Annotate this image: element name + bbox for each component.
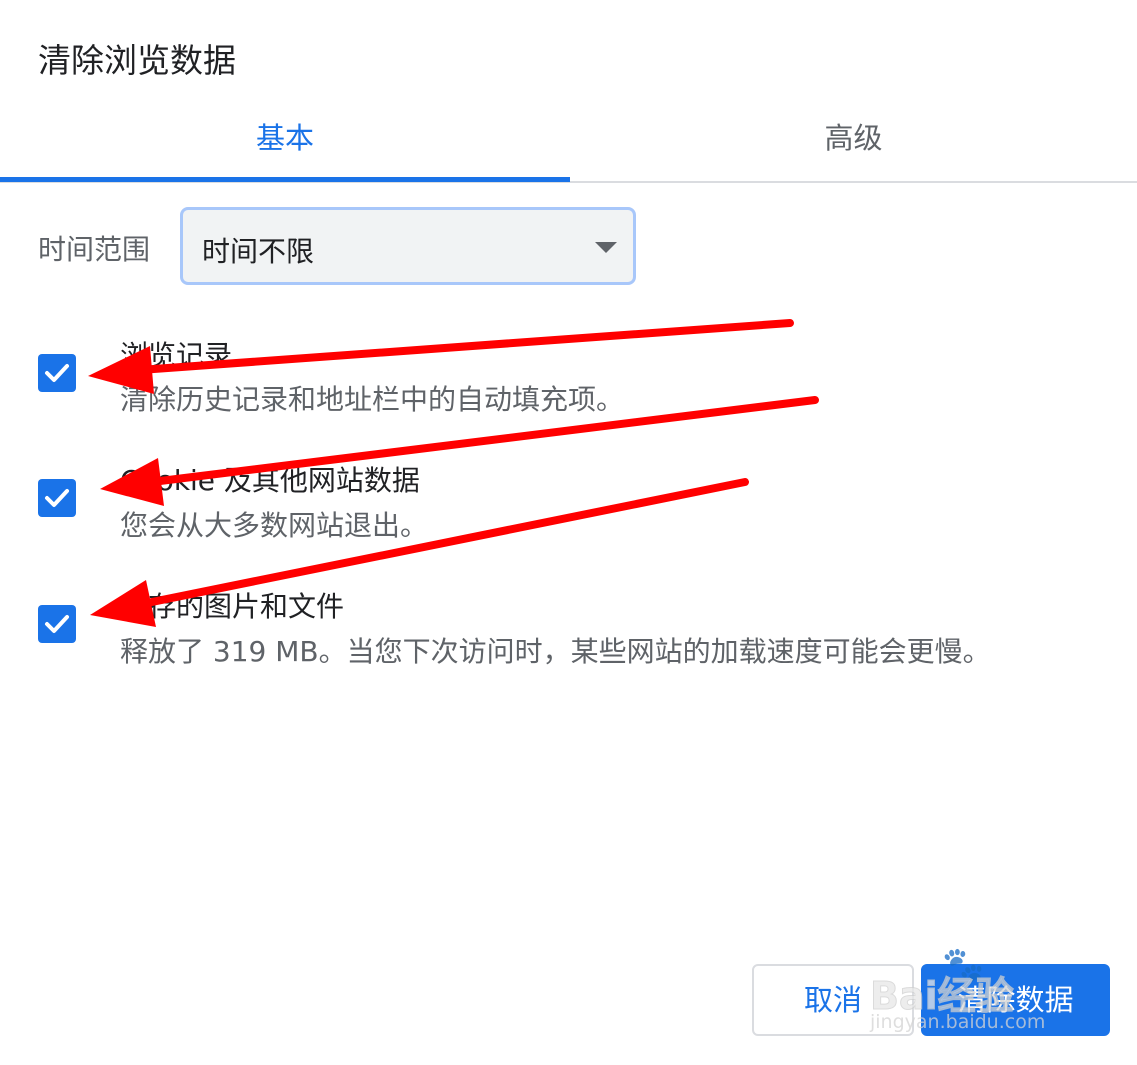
dialog-title: 清除浏览数据 bbox=[38, 41, 236, 80]
option-description: 清除历史记录和地址栏中的自动填充项。 bbox=[120, 383, 625, 416]
option-description: 您会从大多数网站退出。 bbox=[120, 509, 429, 542]
option-title: 浏览记录 bbox=[120, 339, 233, 372]
time-range-select[interactable]: 时间不限 bbox=[180, 207, 636, 285]
tab-bar: 基本 高级 bbox=[0, 100, 1137, 183]
clear-browsing-data-dialog: 清除浏览数据 基本 高级 时间范围 时间不限 浏览记录 清除历史记录和地址栏中的… bbox=[0, 0, 1137, 1065]
time-range-label: 时间范围 bbox=[38, 233, 151, 266]
option-browsing-history: 浏览记录 清除历史记录和地址栏中的自动填充项。 bbox=[0, 330, 1137, 440]
option-title: 缓存的图片和文件 bbox=[120, 590, 345, 623]
clear-data-button[interactable]: 清除数据 bbox=[921, 964, 1110, 1036]
cancel-button[interactable]: 取消 bbox=[752, 964, 914, 1036]
active-tab-indicator bbox=[0, 177, 570, 182]
checkbox-browsing-history[interactable] bbox=[38, 354, 76, 392]
tab-basic[interactable]: 基本 bbox=[0, 100, 570, 183]
option-title: Cookie 及其他网站数据 bbox=[120, 464, 420, 497]
checkmark-icon bbox=[45, 615, 69, 633]
checkmark-icon bbox=[45, 489, 69, 507]
checkmark-icon bbox=[45, 364, 69, 382]
checkbox-cached-images[interactable] bbox=[38, 605, 76, 643]
dropdown-caret-icon bbox=[595, 242, 617, 253]
option-description: 释放了 319 MB。当您下次访问时，某些网站的加载速度可能会更慢。 bbox=[120, 635, 991, 668]
option-cookies: Cookie 及其他网站数据 您会从大多数网站退出。 bbox=[0, 457, 1137, 567]
tab-advanced[interactable]: 高级 bbox=[570, 100, 1137, 183]
checkbox-cookies[interactable] bbox=[38, 479, 76, 517]
time-range-value: 时间不限 bbox=[202, 235, 315, 268]
option-cached-images: 缓存的图片和文件 释放了 319 MB。当您下次访问时，某些网站的加载速度可能会… bbox=[0, 583, 1137, 693]
